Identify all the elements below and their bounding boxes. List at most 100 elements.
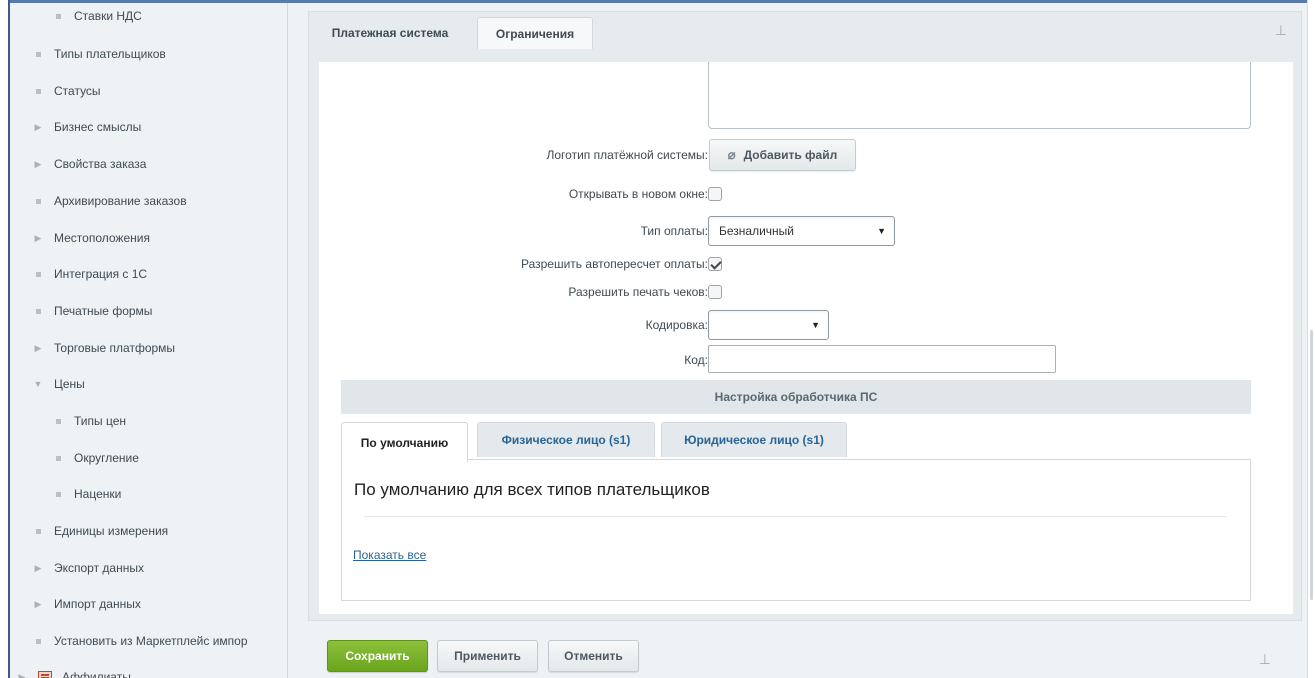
bullet-icon	[32, 271, 44, 277]
bullet-icon	[32, 88, 44, 94]
sidebar-item-label: Архивирование заказов	[54, 194, 187, 208]
show-all-link[interactable]: Показать все	[353, 548, 426, 562]
sidebar-item-label: Статусы	[54, 84, 101, 98]
chevron-right-icon[interactable]: ▶	[32, 599, 44, 610]
bullet-icon	[32, 638, 44, 644]
bullet-icon	[52, 491, 64, 497]
open-new-window-label: Открывать в новом окне:	[568, 187, 708, 201]
sidebar-item-label: Интеграция с 1С	[54, 267, 148, 281]
sidebar-item-label: Печатные формы	[54, 304, 153, 318]
tab-individual[interactable]: Физическое лицо (s1)	[477, 422, 655, 457]
sidebar-item-order-properties[interactable]: ▶ Свойства заказа	[32, 146, 147, 182]
sidebar-item-affiliates[interactable]: ▶ Аффилиаты	[16, 659, 131, 678]
allow-print-label: Разрешить печать чеков:	[568, 285, 708, 299]
chevron-right-icon[interactable]: ▶	[32, 563, 44, 574]
tab-default[interactable]: По умолчанию	[341, 422, 468, 462]
sidebar-item-label: Цены	[54, 377, 85, 391]
bullet-icon	[32, 51, 44, 57]
pin-icon[interactable]: ⊥	[1275, 22, 1287, 39]
sidebar-item-label: Типы плательщиков	[54, 47, 166, 61]
sidebar-item-label: Свойства заказа	[54, 157, 147, 171]
payment-type-select[interactable]: Безналичный ▼	[708, 216, 895, 246]
sidebar-item-price-types[interactable]: Типы цен	[52, 403, 126, 439]
sidebar-item-statuses[interactable]: Статусы	[32, 73, 101, 109]
encoding-select[interactable]: ▼	[708, 310, 829, 340]
sidebar-item-label: Установить из Маркетплейс импор	[54, 634, 248, 648]
sidebar-item-vat-rates[interactable]: Ставки НДС	[52, 3, 142, 34]
window-left-border	[0, 0, 10, 678]
bullet-icon	[32, 198, 44, 204]
add-file-button[interactable]: ⌀ Добавить файл	[709, 139, 856, 171]
sidebar-item-rounding[interactable]: Округление	[52, 440, 139, 476]
dropdown-arrow-icon: ▼	[811, 320, 820, 330]
sidebar-item-trade-platforms[interactable]: ▶ Торговые платформы	[32, 330, 176, 366]
bullet-icon	[52, 418, 64, 424]
sidebar-item-business-meanings[interactable]: ▶ Бизнес смыслы	[32, 109, 142, 145]
sidebar-item-locations[interactable]: ▶ Местоположения	[32, 220, 150, 256]
sidebar-item-marketplace-install[interactable]: Установить из Маркетплейс импор	[32, 623, 248, 659]
sidebar-item-label: Экспорт данных	[54, 561, 144, 575]
allow-print-checkbox[interactable]	[708, 285, 722, 299]
sidebar-item-prices[interactable]: ▼ Цены	[32, 366, 85, 402]
sidebar-item-payer-types[interactable]: Типы плательщиков	[32, 36, 166, 72]
edit-panel: Платежная система Ограничения ⊥ Логотип …	[308, 11, 1302, 621]
tab-legal-entity[interactable]: Юридическое лицо (s1)	[661, 422, 847, 457]
add-file-button-label: Добавить файл	[743, 148, 838, 162]
sidebar-item-label: Местоположения	[54, 231, 150, 245]
scrollbar[interactable]	[1307, 0, 1315, 678]
affiliates-icon	[38, 671, 52, 678]
code-input[interactable]	[708, 345, 1056, 373]
open-new-window-checkbox[interactable]	[708, 187, 722, 201]
paperclip-icon: ⌀	[727, 147, 736, 162]
sidebar-item-1c-integration[interactable]: Интеграция с 1С	[32, 256, 147, 292]
allow-recalc-checkbox[interactable]	[708, 257, 722, 271]
encoding-label: Кодировка:	[645, 318, 708, 332]
chevron-down-icon[interactable]: ▼	[32, 379, 44, 389]
bullet-icon	[52, 13, 64, 19]
sidebar-item-order-archiving[interactable]: Архивирование заказов	[32, 183, 187, 219]
sidebar-item-label: Аффилиаты	[62, 670, 131, 678]
tab-restrictions[interactable]: Ограничения	[477, 17, 593, 49]
chevron-right-icon[interactable]: ▶	[32, 233, 44, 244]
payment-type-value: Безналичный	[719, 224, 794, 238]
sidebar-item-label: Наценки	[74, 487, 122, 501]
chevron-right-icon[interactable]: ▶	[32, 122, 44, 133]
bullet-icon	[52, 455, 64, 461]
form-area: Логотип платёжной системы: ⌀ Добавить фа…	[319, 62, 1293, 614]
sidebar: Ставки НДС Типы плательщиков Статусы ▶ Б…	[12, 3, 288, 678]
chevron-right-icon[interactable]: ▶	[32, 343, 44, 354]
dropdown-arrow-icon: ▼	[877, 226, 886, 236]
chevron-right-icon[interactable]: ▶	[32, 159, 44, 170]
main-content: Платежная система Ограничения ⊥ Логотип …	[290, 3, 1307, 678]
save-button[interactable]: Сохранить	[327, 640, 428, 672]
sidebar-item-label: Ставки НДС	[74, 9, 142, 23]
handler-tab-content: По умолчанию для всех типов плательщиков…	[341, 459, 1251, 601]
sidebar-item-markups[interactable]: Наценки	[52, 476, 121, 512]
apply-button[interactable]: Применить	[437, 640, 538, 672]
description-textarea[interactable]	[708, 62, 1251, 129]
sidebar-item-data-import[interactable]: ▶ Импорт данных	[32, 586, 141, 622]
allow-recalc-label: Разрешить автопересчет оплаты:	[520, 257, 708, 271]
cancel-button[interactable]: Отменить	[548, 640, 639, 672]
handler-tab-title: По умолчанию для всех типов плательщиков	[354, 480, 710, 499]
sidebar-item-label: Импорт данных	[54, 597, 141, 611]
logo-label: Логотип платёжной системы:	[546, 148, 709, 162]
pin-icon[interactable]: ⊥	[1259, 651, 1271, 668]
bullet-icon	[32, 528, 44, 534]
divider	[364, 516, 1227, 517]
sidebar-item-units[interactable]: Единицы измерения	[32, 513, 168, 549]
handler-settings-header: Настройка обработчика ПС	[341, 380, 1251, 414]
scrollbar-thumb[interactable]	[1310, 330, 1313, 600]
sidebar-item-label: Округление	[74, 451, 139, 465]
chevron-right-icon[interactable]: ▶	[16, 672, 28, 678]
sidebar-item-print-forms[interactable]: Печатные формы	[32, 293, 152, 329]
sidebar-item-data-export[interactable]: ▶ Экспорт данных	[32, 550, 144, 586]
code-label: Код:	[684, 353, 708, 367]
sidebar-item-label: Торговые платформы	[54, 341, 176, 355]
payment-type-label: Тип оплаты:	[640, 224, 708, 238]
bullet-icon	[32, 308, 44, 314]
tab-payment-system[interactable]: Платежная система	[315, 17, 465, 49]
sidebar-item-label: Бизнес смыслы	[54, 120, 142, 134]
footer-bar: Сохранить Применить Отменить ⊥	[290, 627, 1307, 678]
sidebar-item-label: Единицы измерения	[54, 524, 169, 538]
